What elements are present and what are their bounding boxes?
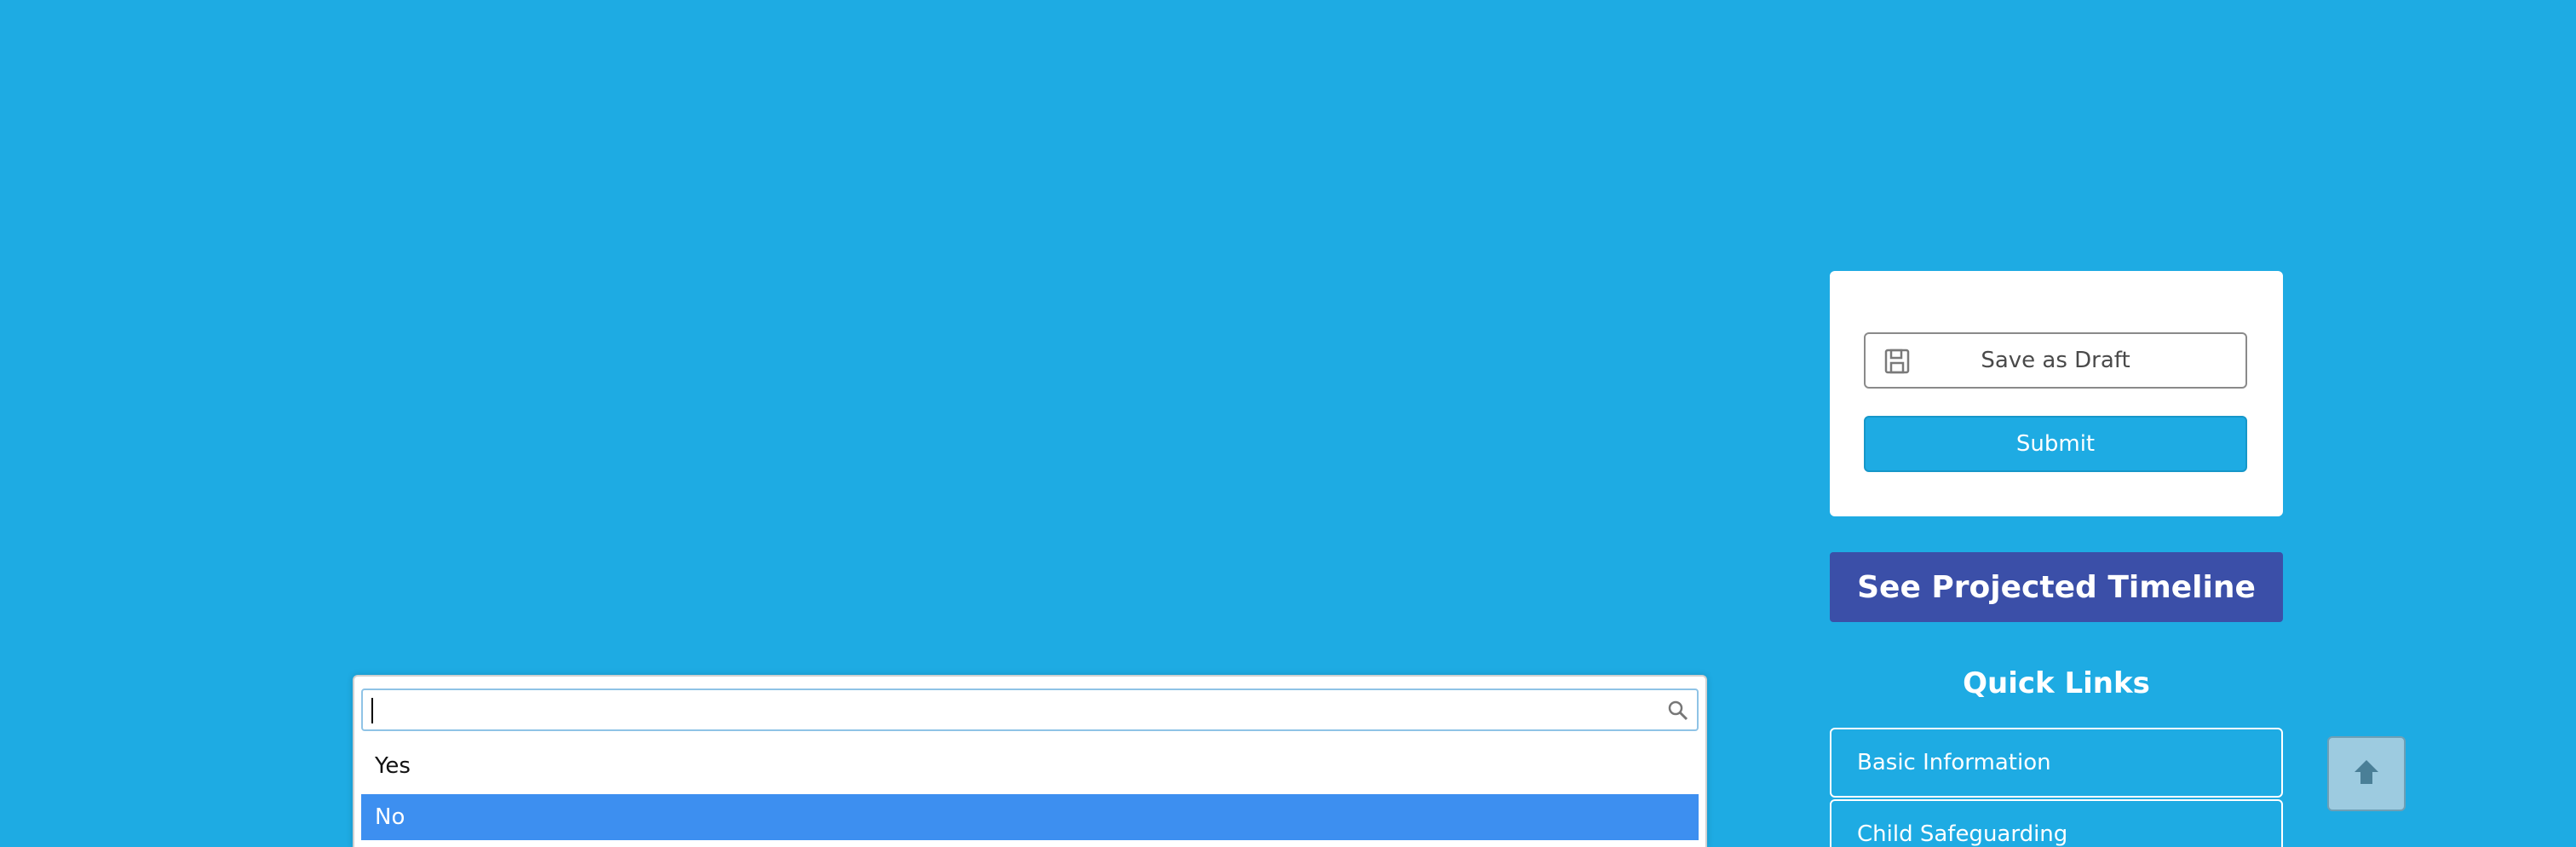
save-icon: [1884, 349, 1910, 374]
select-dropdown: Yes No: [353, 675, 1707, 847]
quick-link-child-safeguarding[interactable]: Child Safeguarding: [1830, 799, 2283, 847]
option-label: Yes: [375, 753, 411, 779]
save-as-draft-button[interactable]: Save as Draft: [1864, 332, 2247, 389]
quick-link-label: Child Safeguarding: [1857, 821, 2068, 847]
action-card: Save as Draft Submit: [1830, 271, 2283, 516]
timeline-label: See Projected Timeline: [1857, 569, 2256, 605]
submit-label: Submit: [2015, 431, 2096, 457]
arrow-up-icon: [2351, 757, 2382, 791]
page: Save as Draft Submit See Projected Timel…: [0, 0, 2576, 847]
quick-link-basic-information[interactable]: Basic Information: [1830, 728, 2283, 798]
quick-link-label: Basic Information: [1857, 750, 2051, 775]
see-projected-timeline-button[interactable]: See Projected Timeline: [1830, 552, 2283, 622]
save-as-draft-label: Save as Draft: [1981, 348, 2130, 373]
quick-links-heading: Quick Links: [1963, 666, 2150, 700]
search-icon: [1666, 699, 1690, 723]
dropdown-option-no[interactable]: No: [361, 794, 1699, 840]
option-label: No: [375, 804, 405, 830]
dropdown-search-input[interactable]: [370, 694, 1642, 728]
scroll-to-top-button[interactable]: [2327, 736, 2406, 811]
dropdown-search-box: [361, 689, 1699, 731]
submit-button[interactable]: Submit: [1864, 416, 2247, 472]
dropdown-option-yes[interactable]: Yes: [361, 743, 1699, 789]
